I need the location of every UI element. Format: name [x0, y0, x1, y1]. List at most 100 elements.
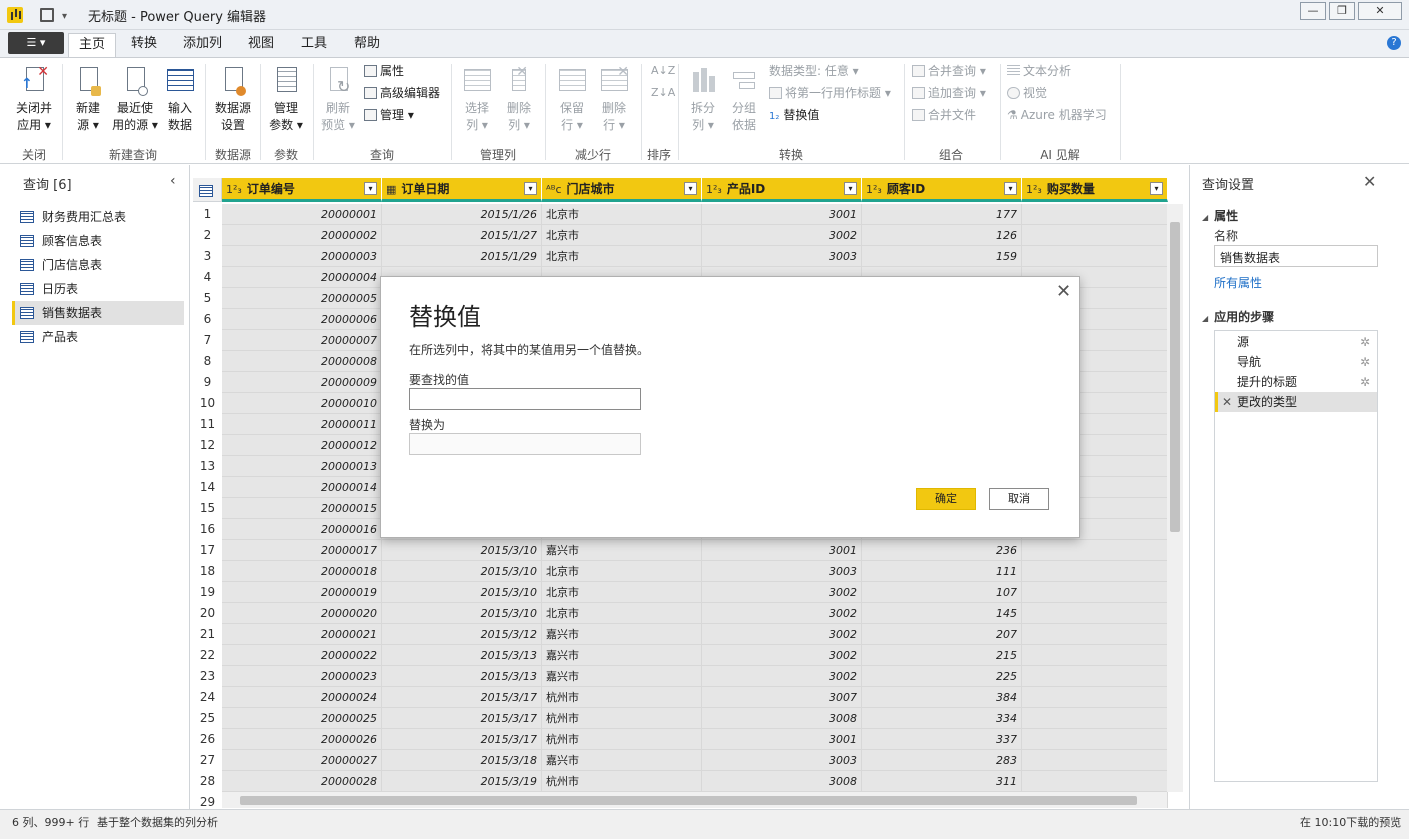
column-filter-dropdown-icon[interactable]: ▾	[844, 182, 857, 195]
properties-button[interactable]: 属性	[364, 62, 404, 80]
cancel-button[interactable]: 取消	[989, 488, 1049, 510]
table-cell[interactable]: 236	[862, 540, 1022, 561]
tab-transform[interactable]: 转换	[121, 33, 167, 57]
table-cell[interactable]: 20000023	[222, 666, 382, 687]
row-number[interactable]: 16	[193, 519, 222, 540]
column-type-icon[interactable]: 1²₃	[866, 183, 882, 196]
column-header[interactable]: 1²₃ 购买数量 ▾	[1022, 178, 1168, 202]
table-cell[interactable]: 126	[862, 225, 1022, 246]
column-profiling-status[interactable]: 基于整个数据集的列分析	[97, 814, 218, 830]
table-cell[interactable]: 20000020	[222, 603, 382, 624]
manage-parameters-button[interactable]: 管理 参数 ▾	[264, 62, 308, 134]
table-cell[interactable]: 2015/3/10	[382, 540, 542, 561]
group-by-button[interactable]: 分组 依据	[726, 62, 762, 134]
table-cell[interactable]: 20000009	[222, 372, 382, 393]
table-cell[interactable]: 20000028	[222, 771, 382, 792]
row-number[interactable]: 6	[193, 309, 222, 330]
row-number[interactable]: 25	[193, 708, 222, 729]
manage-button[interactable]: 管理 ▾	[364, 106, 414, 124]
table-cell[interactable]: 北京市	[542, 582, 702, 603]
row-number[interactable]: 7	[193, 330, 222, 351]
table-cell[interactable]: 2015/3/19	[382, 771, 542, 792]
row-number[interactable]: 4	[193, 267, 222, 288]
table-cell[interactable]: 177	[862, 204, 1022, 225]
table-menu-icon[interactable]	[193, 178, 222, 202]
refresh-preview-button[interactable]: ↻ 刷新 预览 ▾	[318, 62, 358, 134]
table-cell[interactable]: 111	[862, 561, 1022, 582]
table-cell[interactable]: 2015/3/17	[382, 729, 542, 750]
row-number[interactable]: 20	[193, 603, 222, 624]
table-cell[interactable]	[1022, 708, 1168, 729]
split-column-button[interactable]: 拆分 列 ▾	[684, 62, 722, 134]
table-cell[interactable]	[1022, 729, 1168, 750]
column-header[interactable]: ᴬᴮc 门店城市 ▾	[542, 178, 702, 202]
step-item[interactable]: 导航 ✲	[1215, 352, 1377, 372]
table-cell[interactable]: 20000019	[222, 582, 382, 603]
scrollbar-thumb[interactable]	[240, 796, 1137, 805]
table-cell[interactable]: 2015/3/10	[382, 561, 542, 582]
table-cell[interactable]: 337	[862, 729, 1022, 750]
row-number[interactable]: 9	[193, 372, 222, 393]
merge-queries-button[interactable]: 合并查询 ▾	[912, 62, 986, 80]
tab-add-column[interactable]: 添加列	[173, 33, 232, 57]
column-header[interactable]: 1²₃ 订单编号 ▾	[222, 178, 382, 202]
azure-ml-button[interactable]: ⚗ Azure 机器学习	[1007, 106, 1107, 124]
column-header[interactable]: 1²₃ 顾客ID ▾	[862, 178, 1022, 202]
all-properties-link[interactable]: 所有属性	[1214, 274, 1262, 291]
table-cell[interactable]: 3002	[702, 603, 862, 624]
table-cell[interactable]: 3002	[702, 582, 862, 603]
table-cell[interactable]: 北京市	[542, 225, 702, 246]
table-cell[interactable]: 20000025	[222, 708, 382, 729]
row-number[interactable]: 14	[193, 477, 222, 498]
table-cell[interactable]: 20000021	[222, 624, 382, 645]
table-cell[interactable]: 3003	[702, 246, 862, 267]
table-cell[interactable]: 2015/3/13	[382, 645, 542, 666]
tab-tools[interactable]: 工具	[291, 33, 337, 57]
table-cell[interactable]: 嘉兴市	[542, 624, 702, 645]
column-type-icon[interactable]: 1²₃	[1026, 183, 1042, 196]
query-item[interactable]: 日历表	[12, 277, 184, 301]
table-cell[interactable]: 20000026	[222, 729, 382, 750]
data-type-dropdown[interactable]: 数据类型: 任意 ▾	[769, 62, 859, 80]
table-cell[interactable]: 20000012	[222, 435, 382, 456]
query-item[interactable]: 财务费用汇总表	[12, 205, 184, 229]
table-cell[interactable]: 3001	[702, 729, 862, 750]
table-cell[interactable]: 107	[862, 582, 1022, 603]
row-number[interactable]: 19	[193, 582, 222, 603]
table-cell[interactable]: 225	[862, 666, 1022, 687]
save-icon[interactable]	[40, 8, 54, 22]
row-number[interactable]: 27	[193, 750, 222, 771]
column-type-icon[interactable]: ᴬᴮc	[546, 183, 562, 196]
table-cell[interactable]: 2015/1/27	[382, 225, 542, 246]
sort-descending-button[interactable]: Z↓A	[651, 84, 675, 102]
table-cell[interactable]: 20000002	[222, 225, 382, 246]
row-number[interactable]: 2	[193, 225, 222, 246]
table-cell[interactable]: 3003	[702, 561, 862, 582]
table-cell[interactable]: 北京市	[542, 561, 702, 582]
table-cell[interactable]: 20000003	[222, 246, 382, 267]
table-cell[interactable]: 2015/1/26	[382, 204, 542, 225]
table-cell[interactable]: 3008	[702, 771, 862, 792]
table-cell[interactable]: 20000018	[222, 561, 382, 582]
table-cell[interactable]: 20000014	[222, 477, 382, 498]
table-cell[interactable]: 20000017	[222, 540, 382, 561]
data-source-settings-button[interactable]: 数据源 设置	[210, 62, 256, 134]
append-queries-button[interactable]: 追加查询 ▾	[912, 84, 986, 102]
quick-access-dropdown-icon[interactable]: ▾	[62, 11, 67, 22]
row-number[interactable]: 1	[193, 204, 222, 225]
step-item[interactable]: 提升的标题 ✲	[1215, 372, 1377, 392]
query-item[interactable]: 产品表	[12, 325, 184, 349]
gear-icon[interactable]: ✲	[1360, 352, 1370, 372]
use-first-row-button[interactable]: 将第一行用作标题 ▾	[769, 84, 891, 102]
table-cell[interactable]: 3002	[702, 225, 862, 246]
table-cell[interactable]	[1022, 750, 1168, 771]
table-cell[interactable]: 北京市	[542, 246, 702, 267]
table-cell[interactable]: 杭州市	[542, 771, 702, 792]
row-number[interactable]: 13	[193, 456, 222, 477]
tab-view[interactable]: 视图	[238, 33, 284, 57]
row-number[interactable]: 24	[193, 687, 222, 708]
row-number[interactable]: 5	[193, 288, 222, 309]
table-cell[interactable]	[1022, 204, 1168, 225]
table-cell[interactable]: 嘉兴市	[542, 540, 702, 561]
table-cell[interactable]: 215	[862, 645, 1022, 666]
